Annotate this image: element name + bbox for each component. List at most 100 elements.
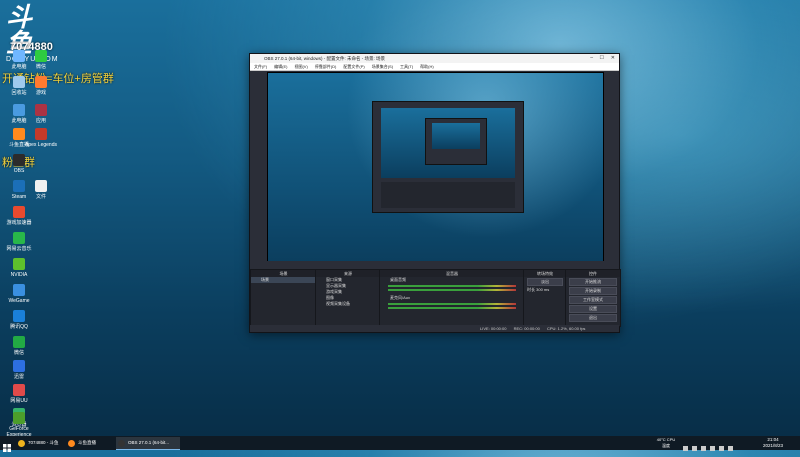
app-icon	[13, 412, 25, 424]
app-icon	[13, 284, 25, 296]
taskbar-app-icon	[68, 440, 75, 447]
desktop-icon-label: 网易UU	[10, 398, 28, 404]
desktop-icon[interactable]: 网易云音乐	[2, 232, 36, 252]
close-icon[interactable]: ✕	[611, 54, 615, 63]
app-icon	[13, 154, 25, 166]
scenes-dock: 场景 场景	[250, 269, 317, 327]
desktop-icon-label: 迅雷	[13, 374, 24, 380]
desktop-icon[interactable]: 微信	[24, 50, 58, 70]
control-button[interactable]: 退出	[569, 314, 617, 322]
control-button[interactable]: 开始推流	[569, 278, 617, 286]
desktop-icon[interactable]: 腾讯QQ	[2, 310, 36, 330]
sources-dock: 来源 窗口采集 显示器采集 游戏采集 图像 视频采集设备	[315, 269, 381, 327]
duration-input[interactable]: 300 ms	[536, 287, 549, 292]
taskbar-item-label: 斗鱼直播	[78, 440, 96, 445]
desktop-audio-meter-2	[388, 289, 516, 291]
desktop-icon-label: NVIDIA	[10, 272, 28, 278]
app-icon	[13, 258, 25, 270]
desktop-icon[interactable]: 迅雷	[2, 360, 36, 380]
desktop-icon[interactable]: GeForce Experience	[2, 412, 36, 438]
menu-item[interactable]: 场景集合(S)	[372, 64, 393, 69]
taskbar-item-label: OBS 27.0.1 (64-bit...	[128, 440, 170, 445]
nested-preview-2	[425, 118, 487, 165]
douyu-logo: 斗鱼 DOUYU.COM	[6, 4, 58, 63]
tray-icons[interactable]	[683, 439, 733, 451]
desktop-icon-label: 游戏加速器	[6, 220, 32, 226]
live-status: LIVE: 00:00:00	[480, 326, 507, 331]
maximize-icon[interactable]: ☐	[600, 54, 604, 63]
obs-titlebar[interactable]: OBS 27.0.1 (64-bit, windows) - 配置文件: 未命名…	[250, 54, 619, 63]
menu-item[interactable]: 文件(F)	[254, 64, 267, 69]
desktop-icon[interactable]: 游戏	[24, 76, 58, 96]
mixer-mic: 麦克风/Aux	[390, 295, 411, 300]
nested-preview-3	[432, 123, 480, 149]
app-icon	[35, 128, 47, 140]
desktop-icon[interactable]: OBS	[2, 154, 36, 174]
nested-obs-window	[372, 101, 524, 213]
desktop-icon[interactable]: 网易UU	[2, 384, 36, 404]
source-item[interactable]: 视频采集设备	[316, 301, 380, 307]
desktop-icon-label: 腾讯QQ	[10, 324, 28, 330]
desktop-icon[interactable]: 游戏加速器	[2, 206, 36, 226]
menu-item[interactable]: 编辑(E)	[274, 64, 287, 69]
transitions-header: 转场特效	[524, 270, 566, 277]
app-icon	[35, 76, 47, 88]
desktop-audio-meter	[388, 285, 516, 287]
taskbar-app-icon	[18, 440, 25, 447]
transition-select[interactable]: 淡出	[527, 278, 563, 286]
taskbar-item-label: 7074880 - 斗鱼	[28, 440, 59, 445]
mixer-header: 混音器	[380, 270, 524, 277]
duration-label: 时长	[527, 287, 535, 292]
menu-item[interactable]: 视图(V)	[294, 64, 307, 69]
obs-window[interactable]: OBS 27.0.1 (64-bit, windows) - 配置文件: 未命名…	[249, 53, 621, 333]
desktop-icon[interactable]: 文件	[24, 180, 58, 200]
desktop-icon-label: 文件	[35, 194, 46, 200]
desktop-icon-label: OBS	[13, 168, 25, 174]
clock-date: 2021/8/23	[762, 443, 784, 448]
app-icon	[13, 336, 25, 348]
menu-item[interactable]: 工具(T)	[400, 64, 413, 69]
app-icon	[13, 384, 25, 396]
desktop-icon[interactable]: NVIDIA	[2, 258, 36, 278]
obs-menubar: 文件(F) 编辑(E) 视图(V) 停靠部件(D) 配置文件(P) 场景集合(S) 工具(T…	[250, 63, 619, 71]
start-icon[interactable]	[3, 439, 11, 452]
taskbar-item[interactable]: OBS 27.0.1 (64-bit...	[116, 437, 180, 450]
obs-title: OBS 27.0.1 (64-bit, windows) - 配置文件: 未命名…	[264, 56, 386, 61]
menu-item[interactable]: 配置文件(P)	[343, 64, 364, 69]
minimize-icon[interactable]: –	[590, 54, 593, 63]
app-icon	[13, 360, 25, 372]
menu-item[interactable]: 帮助(H)	[420, 64, 434, 69]
control-button[interactable]: 工作室模式	[569, 296, 617, 304]
app-icon	[13, 232, 25, 244]
nested-docks	[381, 182, 515, 208]
scene-item[interactable]: 场景	[251, 277, 316, 283]
menu-item[interactable]: 停靠部件(D)	[315, 64, 337, 69]
transitions-dock: 转场特效 淡出 时长 300 ms	[523, 269, 567, 327]
obs-statusbar: LIVE: 00:00:00 REC: 00:00:00 CPU: 1.2%, …	[250, 325, 619, 332]
desktop-icon-label: 网易云音乐	[6, 246, 32, 252]
obs-docks: 场景 场景 来源 窗口采集 显示器采集 游戏采集 图像 视频采集设备 混音器 桌面音频 …	[250, 261, 621, 332]
mic-meter-2	[388, 307, 516, 309]
app-icon	[13, 310, 25, 322]
cpu-status: CPU: 1.2%, 60.00 fps	[546, 326, 586, 331]
app-icon	[35, 50, 47, 62]
clock[interactable]: 21:04 2021/8/23	[755, 437, 791, 449]
desktop-icon[interactable]: 微信	[2, 336, 36, 356]
taskbar: 7074880 - 斗鱼 斗鱼直播 OBS 27.0.1 (64-bit... 40…	[0, 436, 800, 452]
controls-header: 控件	[566, 270, 620, 277]
scenes-header: 场景	[251, 270, 316, 277]
desktop-icon[interactable]: Apex Legends	[24, 128, 58, 148]
desktop-icon-label: WeGame	[8, 298, 30, 304]
desktop-icon-label: Apex Legends	[25, 142, 57, 148]
rec-status: REC: 00:00:00	[513, 326, 540, 331]
desktop-icon-label: 应用	[35, 118, 46, 124]
taskbar-app-icon	[118, 440, 125, 447]
desktop-icon[interactable]: 应用	[24, 104, 58, 124]
desktop-icon-label: 微信	[13, 350, 24, 356]
control-button[interactable]: 开始录制	[569, 287, 617, 295]
mixer-dock: 混音器 桌面音频 麦克风/Aux	[379, 269, 525, 327]
control-button[interactable]: 设置	[569, 305, 617, 313]
desktop-icon[interactable]: WeGame	[2, 284, 36, 304]
desktop-icon-label: 游戏	[35, 90, 46, 96]
sources-list: 窗口采集 显示器采集 游戏采集 图像 视频采集设备	[316, 277, 380, 307]
